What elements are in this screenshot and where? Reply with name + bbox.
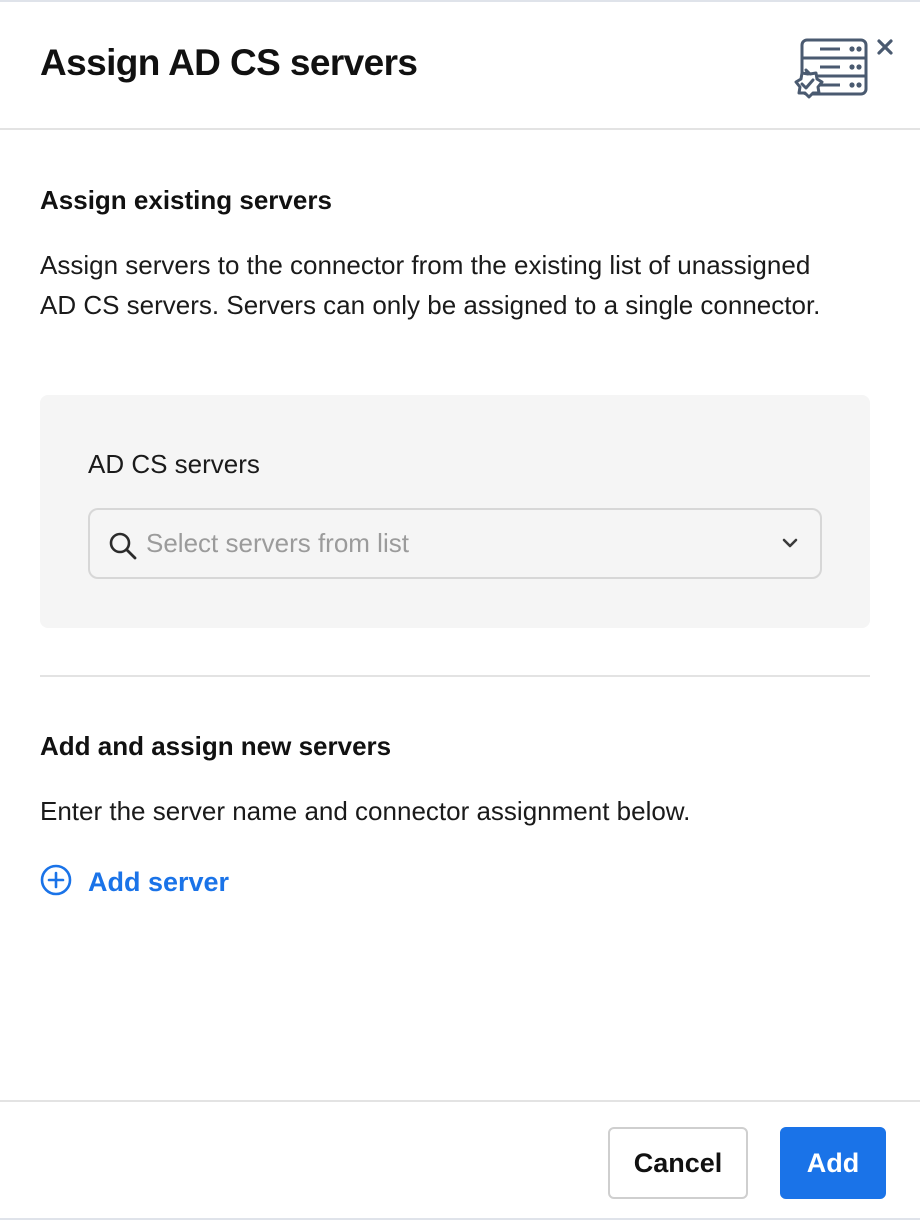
search-icon bbox=[108, 531, 138, 566]
existing-servers-description: Assign servers to the connector from the… bbox=[40, 250, 821, 320]
add-server-label: Add server bbox=[88, 866, 230, 897]
new-servers-description: Enter the server name and connector assi… bbox=[40, 796, 691, 826]
cancel-button[interactable]: Cancel bbox=[608, 1127, 748, 1199]
server-certificate-icon bbox=[790, 36, 872, 100]
servers-field-panel: AD CS servers Select servers from list bbox=[40, 395, 870, 628]
new-servers-heading: Add and assign new servers bbox=[40, 731, 392, 761]
existing-servers-heading: Assign existing servers bbox=[40, 185, 332, 215]
close-button[interactable] bbox=[874, 36, 896, 58]
plus-circle-icon bbox=[40, 864, 72, 901]
adcs-servers-label: AD CS servers bbox=[88, 449, 260, 479]
dialog-header: Assign AD CS servers bbox=[0, 2, 920, 130]
dialog-footer: Cancel Add bbox=[0, 1100, 920, 1220]
add-button[interactable]: Add bbox=[780, 1127, 886, 1199]
add-server-button[interactable]: Add server bbox=[40, 864, 229, 900]
select-placeholder: Select servers from list bbox=[146, 528, 409, 558]
close-icon bbox=[877, 39, 893, 55]
assign-servers-dialog: Assign AD CS servers Assign existing ser… bbox=[0, 0, 920, 1220]
dialog-title: Assign AD CS servers bbox=[40, 42, 418, 83]
servers-select[interactable]: Select servers from list bbox=[88, 508, 822, 579]
section-divider bbox=[40, 675, 870, 677]
chevron-down-icon bbox=[782, 536, 798, 554]
